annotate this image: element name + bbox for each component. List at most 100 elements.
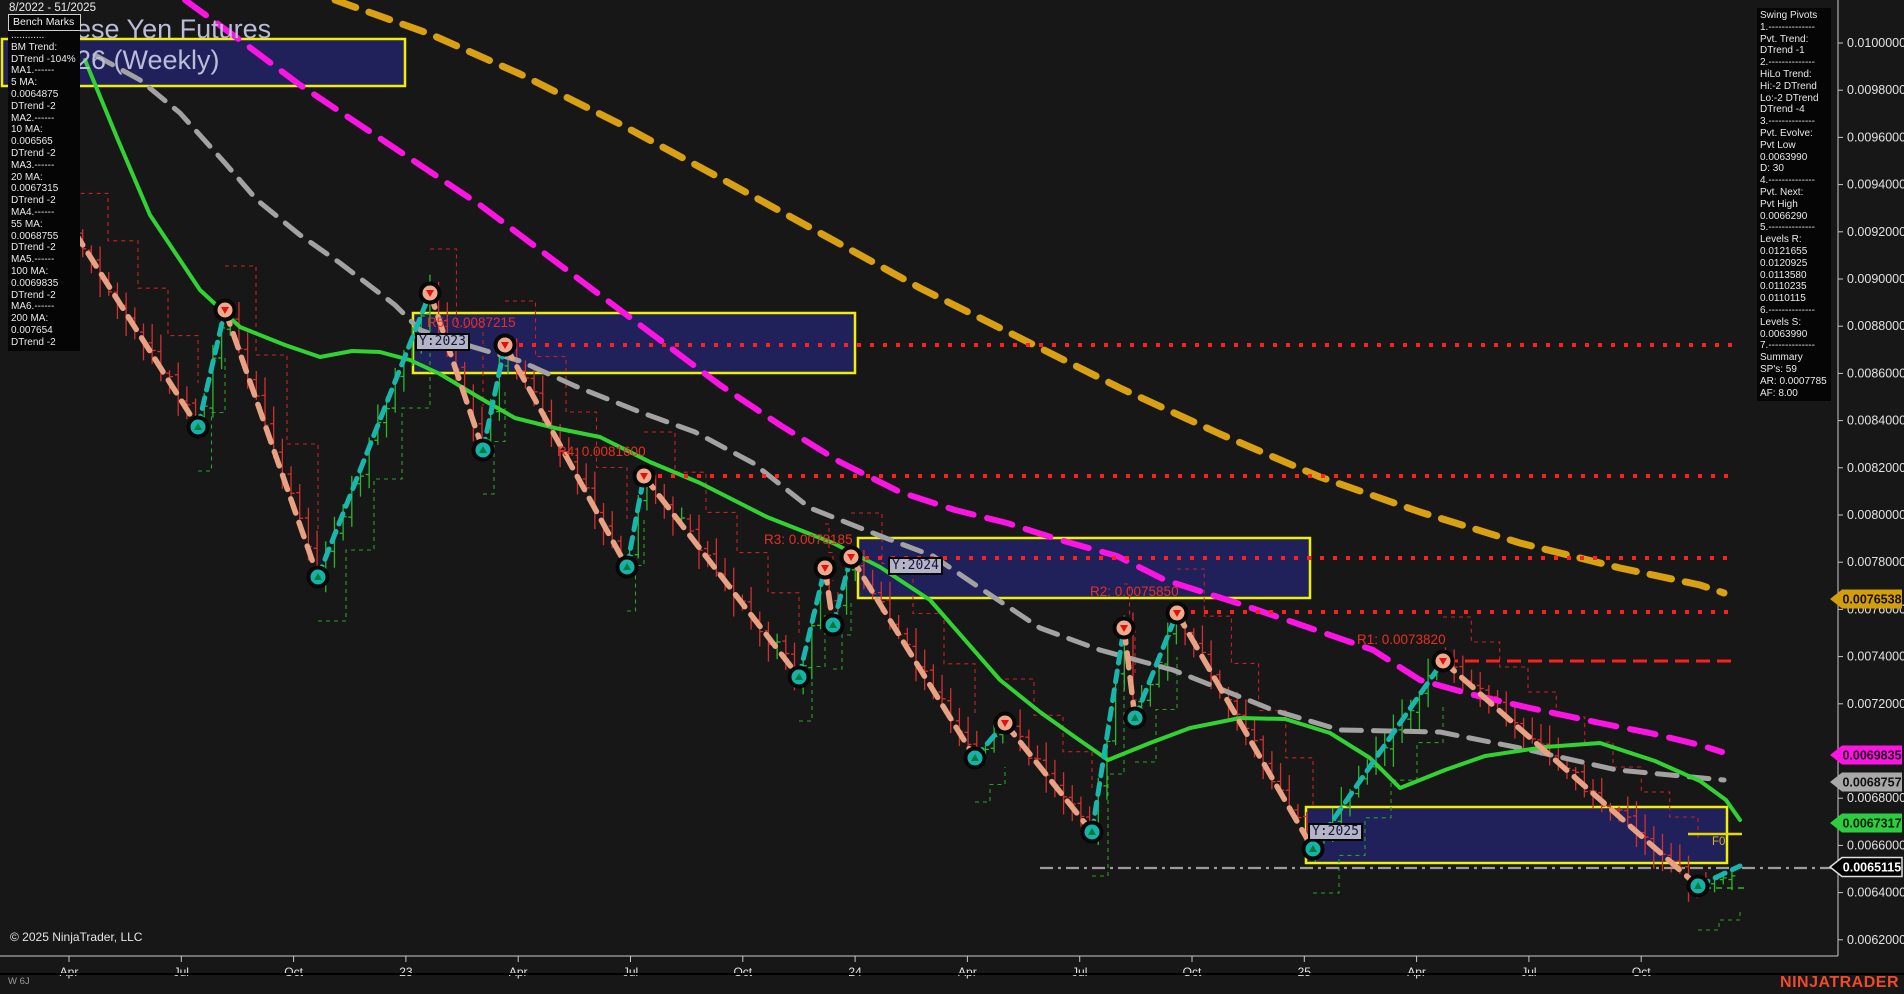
swing-pivot-line: 7.-------------- — [1760, 340, 1815, 352]
resistance-level-label: R1: 0.0073820 — [1357, 632, 1446, 647]
stop-line-long — [975, 767, 1006, 803]
benchmark-line: 20 MA: — [11, 171, 43, 183]
benchmark-line: 100 MA: — [11, 265, 49, 277]
benchmark-line: MA6.------ — [11, 301, 55, 313]
price-tick-label: 0.0064000 — [1847, 886, 1904, 900]
swing-pivot-line: 0.0113580 — [1760, 269, 1807, 281]
benchmark-line: 0.0069835 — [11, 277, 59, 289]
chart-title: ese Yen Futures 26 (Weekly) — [76, 14, 271, 76]
time-tick-label: 24 — [848, 965, 862, 979]
resistance-level-label: R3: 0.0078185 — [764, 532, 853, 547]
swing-pivot-line: Swing Pivots — [1760, 10, 1818, 21]
swing-pivot-line: Levels R: — [1760, 234, 1802, 246]
swing-pivot-line: 5.-------------- — [1760, 222, 1815, 234]
price-tick-label: 0.0090000 — [1847, 272, 1904, 286]
stop-line-long — [1092, 672, 1125, 877]
price-badge-value: 0.0065115 — [1843, 861, 1901, 875]
price-tick-label: 0.0086000 — [1847, 366, 1904, 380]
stop-line-long — [318, 337, 431, 622]
swing-pivot-line: 2.-------------- — [1760, 57, 1815, 69]
time-tick-label: Apr — [1407, 965, 1426, 979]
price-badge-value: 0.0068757 — [1842, 776, 1901, 790]
benchmark-line: MA1.------ — [11, 65, 55, 77]
year-tag-label: Y:2024 — [888, 557, 943, 575]
price-tick-label: 0.0100000 — [1847, 36, 1904, 50]
swing-down-segment — [1174, 610, 1316, 852]
swing-pivot-line: Lo:-2 DTrend — [1760, 92, 1819, 104]
price-tick-label: 0.0080000 — [1847, 508, 1904, 522]
benchmark-line: DTrend -2 — [11, 195, 56, 207]
instrument-tag: W 6J — [8, 976, 30, 987]
price-tick-label: 0.0092000 — [1847, 225, 1904, 239]
time-tick-label: Oct — [1632, 965, 1651, 979]
swing-up-segment — [1132, 610, 1180, 721]
ninjatrader-chart-window: 0.0100000 0.0098000 0.0096000 0.0094000 0.00… — [0, 0, 1904, 994]
copyright-text: © 2025 NinjaTrader, LLC — [10, 930, 143, 944]
swing-up-segment — [315, 290, 433, 580]
price-tick-label: 0.0098000 — [1847, 83, 1904, 97]
swing-pivot-line: DTrend -4 — [1760, 104, 1805, 116]
swing-pivot-line: Pvt High — [1760, 198, 1798, 210]
benchmark-line: MA3.------ — [11, 159, 55, 171]
year-tag-label: Y:2025 — [1308, 823, 1363, 841]
stop-line-long — [1698, 910, 1741, 931]
price-tick-label: 0.0082000 — [1847, 461, 1904, 475]
price-tick-label: 0.0078000 — [1847, 555, 1904, 569]
time-tick-label: 25 — [1298, 965, 1312, 979]
time-tick-label: Apr — [509, 965, 528, 979]
swing-pivot-line: 4.-------------- — [1760, 175, 1815, 187]
year-tag-label: Y:2023 — [415, 333, 470, 351]
benchmark-line: 0.0064875 — [11, 88, 59, 100]
ninjatrader-logo: NINJATRADER — [1780, 974, 1899, 991]
swing-pivot-line: 0.0066290 — [1760, 210, 1808, 222]
benchmark-line: ............ — [11, 30, 45, 41]
chart-title-line1: ese Yen Futures — [76, 14, 272, 44]
resistance-level-label: R2: 0.0075850 — [1090, 584, 1179, 599]
price-badge-value: 0.0069835 — [1842, 749, 1901, 763]
100ma-line — [182, 0, 1725, 755]
benchmark-line: DTrend -2 — [11, 289, 56, 301]
swing-pivot-line: 1.-------------- — [1760, 21, 1815, 33]
benchmark-line: DTrend -2 — [11, 147, 56, 159]
swing-pivot-line: Summary — [1760, 352, 1803, 364]
chart-canvas[interactable]: 0.0100000 0.0098000 0.0096000 0.0094000 0.00… — [0, 0, 1904, 994]
benchmark-line: 200 MA: — [11, 313, 49, 325]
benchmark-line: 5 MA: — [11, 77, 38, 89]
time-tick-label: 23 — [399, 965, 413, 979]
price-tick-label: 0.0066000 — [1847, 838, 1904, 852]
benchmark-line: DTrend -2 — [11, 336, 56, 348]
resistance-level-label: R5: 0.0087215 — [427, 315, 516, 330]
swing-pivot-line: Hi:-2 DTrend — [1760, 80, 1817, 92]
benchmarks-panel: ............ BM Trend: DTrend -104% MA1.---… — [8, 28, 80, 351]
time-tick-label: Jul — [1072, 965, 1087, 979]
benchmark-line: MA4.------ — [11, 206, 55, 218]
visible-date-range: 8/2022 - 51/2025 — [9, 2, 96, 14]
time-tick-label: Jul — [623, 965, 638, 979]
swing-pivots-panel: Swing Pivots 1.-------------- Pvt. Trend: D… — [1757, 8, 1831, 402]
swing-pivot-line: Pvt. Evolve: — [1760, 127, 1813, 139]
benchmark-line: MA5.------ — [11, 254, 55, 266]
benchmarks-panel-title: Bench Marks — [8, 14, 82, 31]
swing-pivot-line: 0.0110235 — [1760, 281, 1807, 293]
price-tick-label: 0.0072000 — [1847, 697, 1904, 711]
price-tick-label: 0.0074000 — [1847, 650, 1904, 664]
time-tick-label: Apr — [60, 965, 79, 979]
price-badge-value: 0.0076538 — [1842, 593, 1901, 607]
swing-pivot-line: 0.0121655 — [1760, 245, 1808, 257]
benchmark-line: 55 MA: — [11, 218, 43, 230]
swing-pivot-line: 0.0120925 — [1760, 257, 1808, 269]
swing-down-segment — [641, 473, 802, 680]
200ma-line — [331, 0, 1728, 597]
time-tick-label: Oct — [733, 965, 752, 979]
swing-pivot-line: 0.0110115 — [1760, 293, 1806, 305]
price-tick-label: 0.0062000 — [1847, 933, 1904, 947]
benchmark-line: DTrend -2 — [11, 242, 56, 254]
time-tick-label: Jul — [1521, 965, 1536, 979]
price-badge-value: 0.0067317 — [1842, 817, 1901, 831]
time-tick-label: Jul — [174, 965, 189, 979]
swing-pivot-line: 6.-------------- — [1760, 304, 1815, 316]
swing-up-segment — [195, 307, 228, 430]
swing-pivot-line: 3.-------------- — [1760, 116, 1815, 128]
benchmark-line: 0.0067315 — [11, 183, 59, 195]
price-tick-label: 0.0088000 — [1847, 319, 1904, 333]
